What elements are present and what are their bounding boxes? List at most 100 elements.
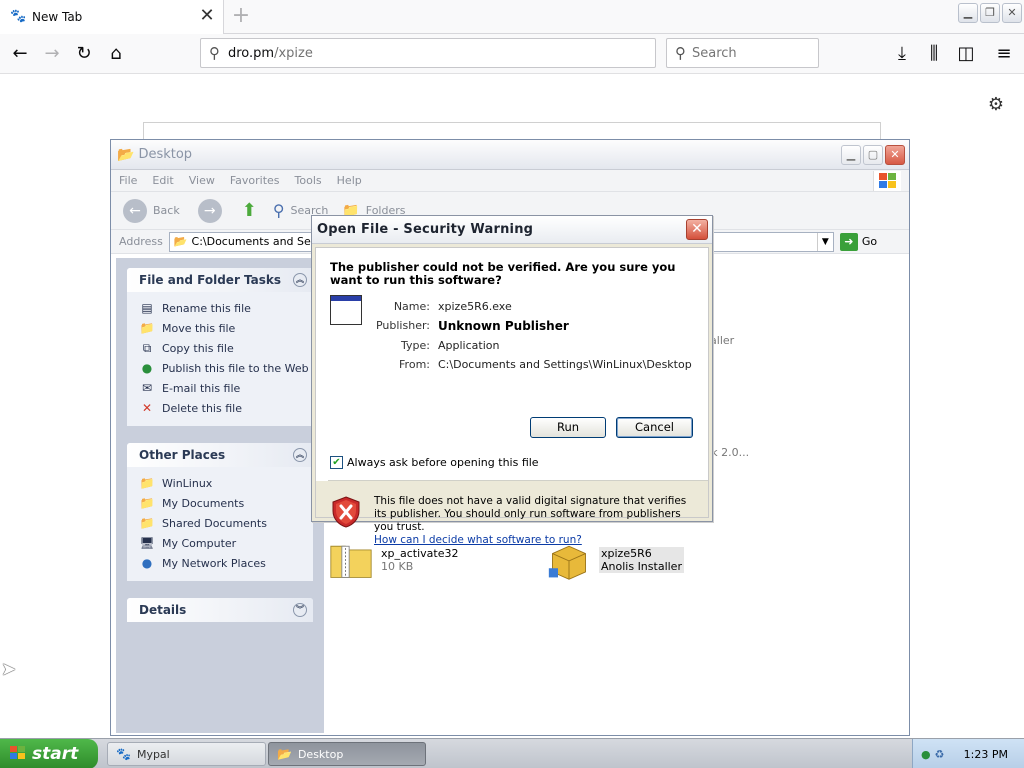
search-icon: ⚲: [209, 44, 220, 62]
gear-icon[interactable]: ⚙: [988, 94, 1004, 115]
security-shield-icon: [332, 496, 360, 528]
explorer-window-controls: ▁ ▢ ✕: [841, 144, 905, 165]
copy-icon: ⧉: [142, 340, 152, 355]
window-controls: ▁ ❐ ✕: [958, 3, 1022, 23]
task-email[interactable]: ✉ E-mail this file: [139, 378, 313, 398]
run-button[interactable]: Run: [530, 417, 606, 438]
menu-view[interactable]: View: [189, 174, 215, 187]
task-copy[interactable]: ⧉ Copy this file: [139, 338, 313, 358]
library-icon[interactable]: ⫼: [920, 40, 948, 68]
go-button[interactable]: ➜ Go: [839, 232, 877, 251]
details-header[interactable]: Details ︾: [127, 598, 313, 622]
tab-close-icon[interactable]: ✕: [197, 7, 217, 27]
search-icon[interactable]: ⚲: [273, 201, 285, 220]
close-window-icon[interactable]: ✕: [1002, 3, 1022, 23]
delete-x-icon: ✕: [141, 401, 153, 415]
explorer-titlebar[interactable]: 📂 Desktop ▁ ▢ ✕: [111, 140, 909, 170]
network-globe-icon[interactable]: ●: [921, 748, 931, 761]
url-host: dro.pm: [228, 45, 275, 61]
folder-icon: 📁: [139, 476, 155, 490]
menu-edit[interactable]: Edit: [152, 174, 173, 187]
back-label[interactable]: Back: [153, 204, 180, 217]
close-icon[interactable]: ✕: [686, 219, 708, 240]
tab-new-tab[interactable]: 🐾 New Tab ✕: [0, 0, 224, 34]
address-label: Address: [119, 235, 163, 248]
globe-icon: ●: [141, 361, 153, 375]
back-arrow-icon[interactable]: ←: [123, 198, 147, 223]
cancel-button[interactable]: Cancel: [616, 417, 693, 438]
email-icon: ✉: [141, 381, 153, 395]
dialog-titlebar[interactable]: Open File - Security Warning ✕: [312, 216, 712, 244]
forward-arrow-icon[interactable]: →: [197, 198, 222, 223]
taskbar-item-mypal[interactable]: 🐾 Mypal: [107, 742, 266, 766]
warning-text: This file does not have a valid digital …: [374, 495, 687, 533]
file-name: xpize5R6: [601, 547, 652, 560]
menu-help[interactable]: Help: [337, 174, 362, 187]
windows-flag-icon: [873, 171, 901, 191]
url-bar[interactable]: ⚲ dro.pm/xpize: [200, 38, 656, 68]
collapse-chevron-icon[interactable]: ︽: [293, 448, 307, 462]
search-bar[interactable]: ⚲: [666, 38, 819, 68]
file-folder-tasks-panel: File and Folder Tasks ︽ ▤ Rename this fil…: [127, 268, 313, 426]
search-icon: ⚲: [675, 44, 686, 62]
application-window-icon: [330, 295, 362, 325]
reload-icon[interactable]: ↻: [70, 40, 98, 68]
move-icon: 📁: [139, 321, 155, 335]
minimize-icon[interactable]: ▁: [958, 3, 978, 23]
menu-hamburger-icon[interactable]: ≡: [990, 40, 1018, 68]
task-rename[interactable]: ▤ Rename this file: [139, 298, 313, 318]
new-tab-button[interactable]: +: [228, 4, 254, 30]
place-my-computer[interactable]: 🖥 My Computer: [139, 533, 313, 553]
clock[interactable]: 1:23 PM: [964, 748, 1008, 761]
close-icon[interactable]: ✕: [885, 144, 905, 165]
tab-bar: 🐾 New Tab ✕ + ▁ ❐ ✕: [0, 0, 1024, 34]
start-button[interactable]: start: [0, 739, 98, 768]
place-my-network[interactable]: ● My Network Places: [139, 553, 313, 573]
help-link[interactable]: How can I decide what software to run?: [374, 534, 692, 547]
always-ask-checkbox[interactable]: ✔: [330, 456, 343, 469]
task-delete[interactable]: ✕ Delete this file: [139, 398, 313, 418]
background-page-box: [143, 122, 881, 140]
menu-tools[interactable]: Tools: [295, 174, 322, 187]
home-icon[interactable]: ⌂: [102, 40, 130, 68]
security-warning-dialog: Open File - Security Warning ✕ The publi…: [311, 215, 713, 546]
always-ask-label: Always ask before opening this file: [347, 456, 539, 469]
file-folder-tasks-header[interactable]: File and Folder Tasks ︽: [127, 268, 313, 292]
task-move[interactable]: 📁 Move this file: [139, 318, 313, 338]
tray-utility-icon[interactable]: ♻: [935, 748, 945, 761]
folder-icon: 📁: [139, 496, 155, 510]
place-winlinux[interactable]: 📁 WinLinux: [139, 473, 313, 493]
maximize-icon[interactable]: ❐: [980, 3, 1000, 23]
details-panel: Details ︾: [127, 598, 313, 622]
collapse-chevron-icon[interactable]: ︽: [293, 273, 307, 287]
back-arrow-icon[interactable]: ←: [6, 40, 34, 68]
file-name: xp_activate32: [381, 547, 459, 560]
chevron-down-icon[interactable]: ▼: [816, 232, 833, 251]
search-input[interactable]: [692, 45, 802, 61]
expand-chevron-icon[interactable]: ︾: [293, 603, 307, 617]
panel-title: Details: [139, 603, 187, 617]
other-places-panel: Other Places ︽ 📁 WinLinux 📁 My Documents 📁…: [127, 443, 313, 581]
taskbar: start 🐾 Mypal 📂 Desktop ● ♻ 1:23 PM: [0, 738, 1024, 768]
up-folder-icon[interactable]: ⬆: [242, 200, 257, 221]
navigation-bar: ← → ↻ ⌂ ⚲ dro.pm/xpize ⚲ ⤓ ⫼ ◫ ≡: [0, 34, 1024, 74]
minimize-icon[interactable]: ▁: [841, 144, 861, 165]
forward-arrow-icon[interactable]: →: [38, 40, 66, 68]
sidebar-icon[interactable]: ◫: [952, 40, 980, 68]
menu-file[interactable]: File: [119, 174, 137, 187]
always-ask-row[interactable]: ✔ Always ask before opening this file: [330, 456, 539, 469]
mypal-icon: 🐾: [116, 747, 131, 761]
place-my-documents[interactable]: 📁 My Documents: [139, 493, 313, 513]
place-shared-documents[interactable]: 📁 Shared Documents: [139, 513, 313, 533]
folder-icon: 📂: [277, 747, 292, 761]
task-publish[interactable]: ● Publish this file to the Web: [139, 358, 313, 378]
maximize-icon[interactable]: ▢: [863, 144, 883, 165]
dialog-title: Open File - Security Warning: [317, 222, 534, 237]
file-size: 10 KB: [381, 560, 414, 573]
folder-icon: 📂: [173, 235, 188, 248]
menu-favorites[interactable]: Favorites: [230, 174, 280, 187]
download-icon[interactable]: ⤓: [888, 40, 916, 68]
taskbar-item-desktop[interactable]: 📂 Desktop: [268, 742, 426, 766]
other-places-header[interactable]: Other Places ︽: [127, 443, 313, 467]
system-tray: ● ♻ 1:23 PM: [912, 739, 1024, 768]
